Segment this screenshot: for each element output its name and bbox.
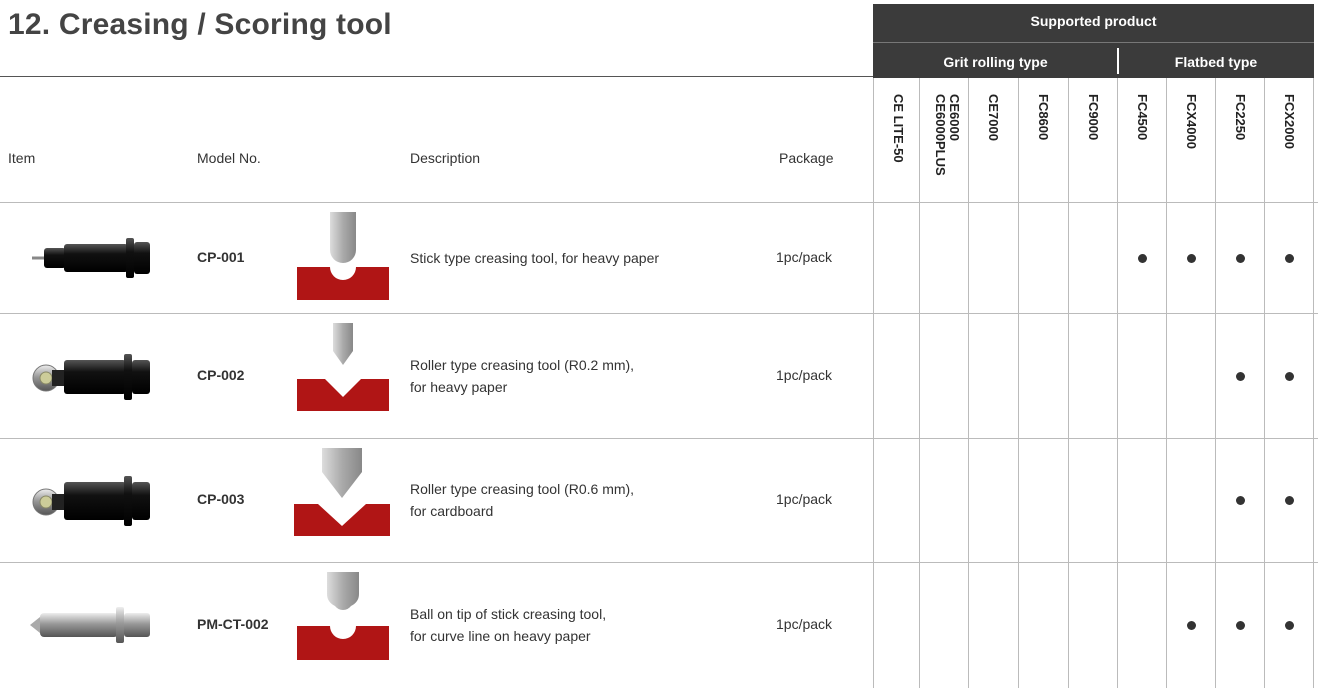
description: Ball on tip of stick creasing tool, for c… xyxy=(410,603,606,647)
supported-dot xyxy=(1137,253,1147,263)
description-line: for curve line on heavy paper xyxy=(410,628,591,644)
supported-dot xyxy=(1235,371,1245,381)
supported-dot xyxy=(1235,253,1245,263)
description-line: for heavy paper xyxy=(410,378,508,395)
tool-photo xyxy=(26,228,156,293)
description-header: Description xyxy=(410,150,481,166)
product-column-divider xyxy=(1215,78,1216,688)
tool-photo xyxy=(26,346,156,411)
description-line: Stick type creasing tool, for heavy pape… xyxy=(410,249,660,266)
supported-dot xyxy=(1284,621,1294,630)
row-divider xyxy=(0,562,1318,563)
creasing-diagram xyxy=(297,212,389,307)
creasing-diagram xyxy=(297,323,389,418)
header-divider xyxy=(873,42,1314,43)
creasing-diagram xyxy=(297,572,389,667)
supported-dot xyxy=(1284,371,1294,381)
product-column-divider xyxy=(1264,78,1265,688)
description: Roller type creasing tool (R0.6 mm), for … xyxy=(410,478,634,522)
supported-dot xyxy=(1284,253,1294,263)
product-column-divider xyxy=(968,78,969,688)
supported-dot xyxy=(1284,496,1294,505)
description-line: Roller type creasing tool (R0.6 mm), xyxy=(410,481,635,497)
package-header: Package xyxy=(779,150,834,166)
product-label: FC9000 xyxy=(1086,94,1101,141)
description: Stick type creasing tool, for heavy pape… xyxy=(410,247,659,269)
supported-dot xyxy=(1235,621,1245,630)
model-header: Model No. xyxy=(197,150,261,166)
supported-dot xyxy=(1186,253,1196,263)
product-label: FC4500 xyxy=(1135,94,1150,141)
supported-dot xyxy=(1186,621,1196,630)
product-label: FC2250 xyxy=(1233,94,1248,141)
title-rule xyxy=(0,76,873,77)
model-number: CP-003 xyxy=(197,491,245,507)
flatbed-label: Flatbed type xyxy=(1174,54,1258,70)
model-number: CP-001 xyxy=(197,248,245,265)
product-label: FC8600 xyxy=(1036,94,1051,141)
row-divider xyxy=(0,313,1318,314)
product-label: FCX4000 xyxy=(1184,94,1199,149)
supported-product-header: Supported product Grit rolling type Flat… xyxy=(873,4,1314,78)
description-line: Ball on tip of stick creasing tool, xyxy=(410,606,607,622)
row-divider xyxy=(0,202,1318,203)
product-column-divider xyxy=(873,78,874,688)
row-divider xyxy=(0,438,1318,439)
product-label: CE7000 xyxy=(986,94,1001,141)
package: 1pc/pack xyxy=(776,366,833,383)
model-number: PM-CT-002 xyxy=(197,616,269,632)
tool-photo xyxy=(26,595,156,660)
supported-product-title: Supported product xyxy=(1030,13,1157,29)
product-column-divider xyxy=(1117,78,1118,688)
product-column-divider xyxy=(1166,78,1167,688)
product-column-divider xyxy=(1313,78,1314,688)
supported-dot xyxy=(1235,496,1245,505)
description-line: for cardboard xyxy=(410,503,494,519)
package: 1pc/pack xyxy=(776,491,833,507)
item-header: Item xyxy=(8,150,36,166)
product-label: CE LITE-50 xyxy=(891,94,906,163)
product-column-divider xyxy=(1068,78,1069,688)
page-title: 12. Creasing / Scoring tool xyxy=(8,8,392,41)
product-column-divider xyxy=(1018,78,1019,688)
creasing-diagram xyxy=(294,448,390,543)
description: Roller type creasing tool (R0.2 mm), for … xyxy=(410,354,634,398)
package: 1pc/pack xyxy=(776,248,833,265)
description-line: Roller type creasing tool (R0.2 mm), xyxy=(410,356,635,373)
product-column-divider xyxy=(919,78,920,688)
package: 1pc/pack xyxy=(776,616,833,632)
product-label: FCX2000 xyxy=(1282,94,1297,149)
model-number: CP-002 xyxy=(197,366,245,383)
tool-photo xyxy=(26,470,156,535)
grit-rolling-label: Grit rolling type xyxy=(943,54,1048,70)
product-label: CE6000 CE6000PLUS xyxy=(933,94,962,176)
